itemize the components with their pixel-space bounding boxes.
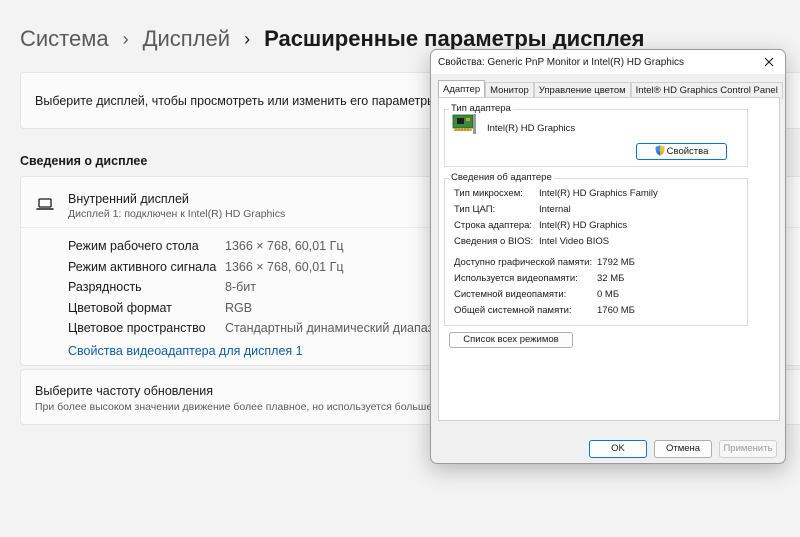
info-label: Тип ЦАП: xyxy=(454,204,496,215)
list-item: Системной видеопамяти: 0 МБ xyxy=(454,289,754,301)
dialog-title: Свойства: Generic PnP Monitor и Intel(R)… xyxy=(438,57,685,68)
memory-label: Системной видеопамяти: xyxy=(454,289,567,300)
property-label: Цветовое пространство xyxy=(68,321,206,335)
dialog-tabs: Адаптер Монитор Управление цветом Intel®… xyxy=(438,80,783,99)
info-label: Тип микросхем: xyxy=(454,188,523,199)
memory-value: 1792 МБ xyxy=(597,257,635,268)
memory-label: Доступно графической памяти: xyxy=(454,257,593,268)
property-value: RGB xyxy=(225,300,253,315)
memory-label: Общей системной памяти: xyxy=(454,305,572,316)
monitor-name: Внутренний дисплей xyxy=(68,192,189,206)
chevron-right-icon: › xyxy=(122,28,129,49)
adapter-properties-dialog: Свойства: Generic PnP Monitor и Intel(R)… xyxy=(430,49,786,464)
info-value: Internal xyxy=(539,204,571,215)
list-all-modes-button[interactable]: Список всех режимов xyxy=(449,332,573,348)
select-display-label: Выберите дисплей, чтобы просмотреть или … xyxy=(35,94,437,108)
list-item: Строка адаптера: Intel(R) HD Graphics xyxy=(454,220,754,232)
info-label: Сведения о BIOS: xyxy=(454,236,534,247)
ok-button[interactable]: OK xyxy=(589,440,647,458)
property-value: 1366 × 768, 60,01 Гц xyxy=(225,239,344,253)
list-item: Сведения о BIOS: Intel Video BIOS xyxy=(454,236,754,248)
breadcrumb-system[interactable]: Система xyxy=(20,26,109,52)
monitor-connection: Дисплей 1: подключен к Intel(R) HD Graph… xyxy=(68,208,286,220)
list-item: Используется видеопамяти: 32 МБ xyxy=(454,273,754,285)
breadcrumb-display[interactable]: Дисплей xyxy=(143,26,230,52)
memory-value: 0 МБ xyxy=(597,289,620,300)
refresh-rate-subtitle: При более высоком значении движение боле… xyxy=(35,401,458,413)
property-value: 1366 × 768, 60,01 Гц xyxy=(225,259,344,274)
shield-icon xyxy=(655,145,665,156)
adapter-properties-link[interactable]: Свойства видеоадаптера для дисплея 1 xyxy=(68,344,303,358)
adapter-info-group: Сведения об адаптере xyxy=(444,172,748,326)
graphics-card-icon xyxy=(452,114,476,134)
property-value: Стандартный динамический диапазон ( xyxy=(225,321,455,335)
info-value: Intel(R) HD Graphics xyxy=(539,220,628,231)
info-value: Intel(R) HD Graphics Family xyxy=(539,188,658,199)
adapter-info-legend: Сведения об адаптере xyxy=(449,172,554,183)
list-item: Доступно графической памяти: 1792 МБ xyxy=(454,257,754,269)
close-icon[interactable] xyxy=(759,53,779,71)
properties-button[interactable]: Свойства xyxy=(636,143,727,160)
property-value: 8-бит xyxy=(225,280,256,294)
adapter-name: Intel(R) HD Graphics xyxy=(487,123,576,134)
property-label: Режим активного сигнала xyxy=(68,259,217,274)
cancel-button[interactable]: Отмена xyxy=(654,440,712,458)
memory-value: 32 МБ xyxy=(597,273,625,284)
property-label: Разрядность xyxy=(68,280,142,294)
properties-button-label: Свойства xyxy=(666,146,709,157)
memory-label: Используется видеопамяти: xyxy=(454,273,578,284)
property-label: Цветовой формат xyxy=(68,300,172,315)
list-item: Тип микросхем: Intel(R) HD Graphics Fami… xyxy=(454,188,754,200)
info-value: Intel Video BIOS xyxy=(539,236,610,247)
laptop-icon xyxy=(36,198,54,210)
display-info-heading: Сведения о дисплее xyxy=(20,154,148,168)
refresh-rate-title: Выберите частоту обновления xyxy=(35,384,214,398)
chevron-right-icon: › xyxy=(244,28,251,49)
dialog-titlebar[interactable]: Свойства: Generic PnP Monitor и Intel(R)… xyxy=(431,50,785,74)
apply-button[interactable]: Применить xyxy=(719,440,777,458)
info-label: Строка адаптера: xyxy=(454,220,533,231)
list-item: Общей системной памяти: 1760 МБ xyxy=(454,305,754,317)
property-label: Режим рабочего стола xyxy=(68,239,199,253)
list-item: Тип ЦАП: Internal xyxy=(454,204,754,216)
memory-value: 1760 МБ xyxy=(597,305,635,316)
